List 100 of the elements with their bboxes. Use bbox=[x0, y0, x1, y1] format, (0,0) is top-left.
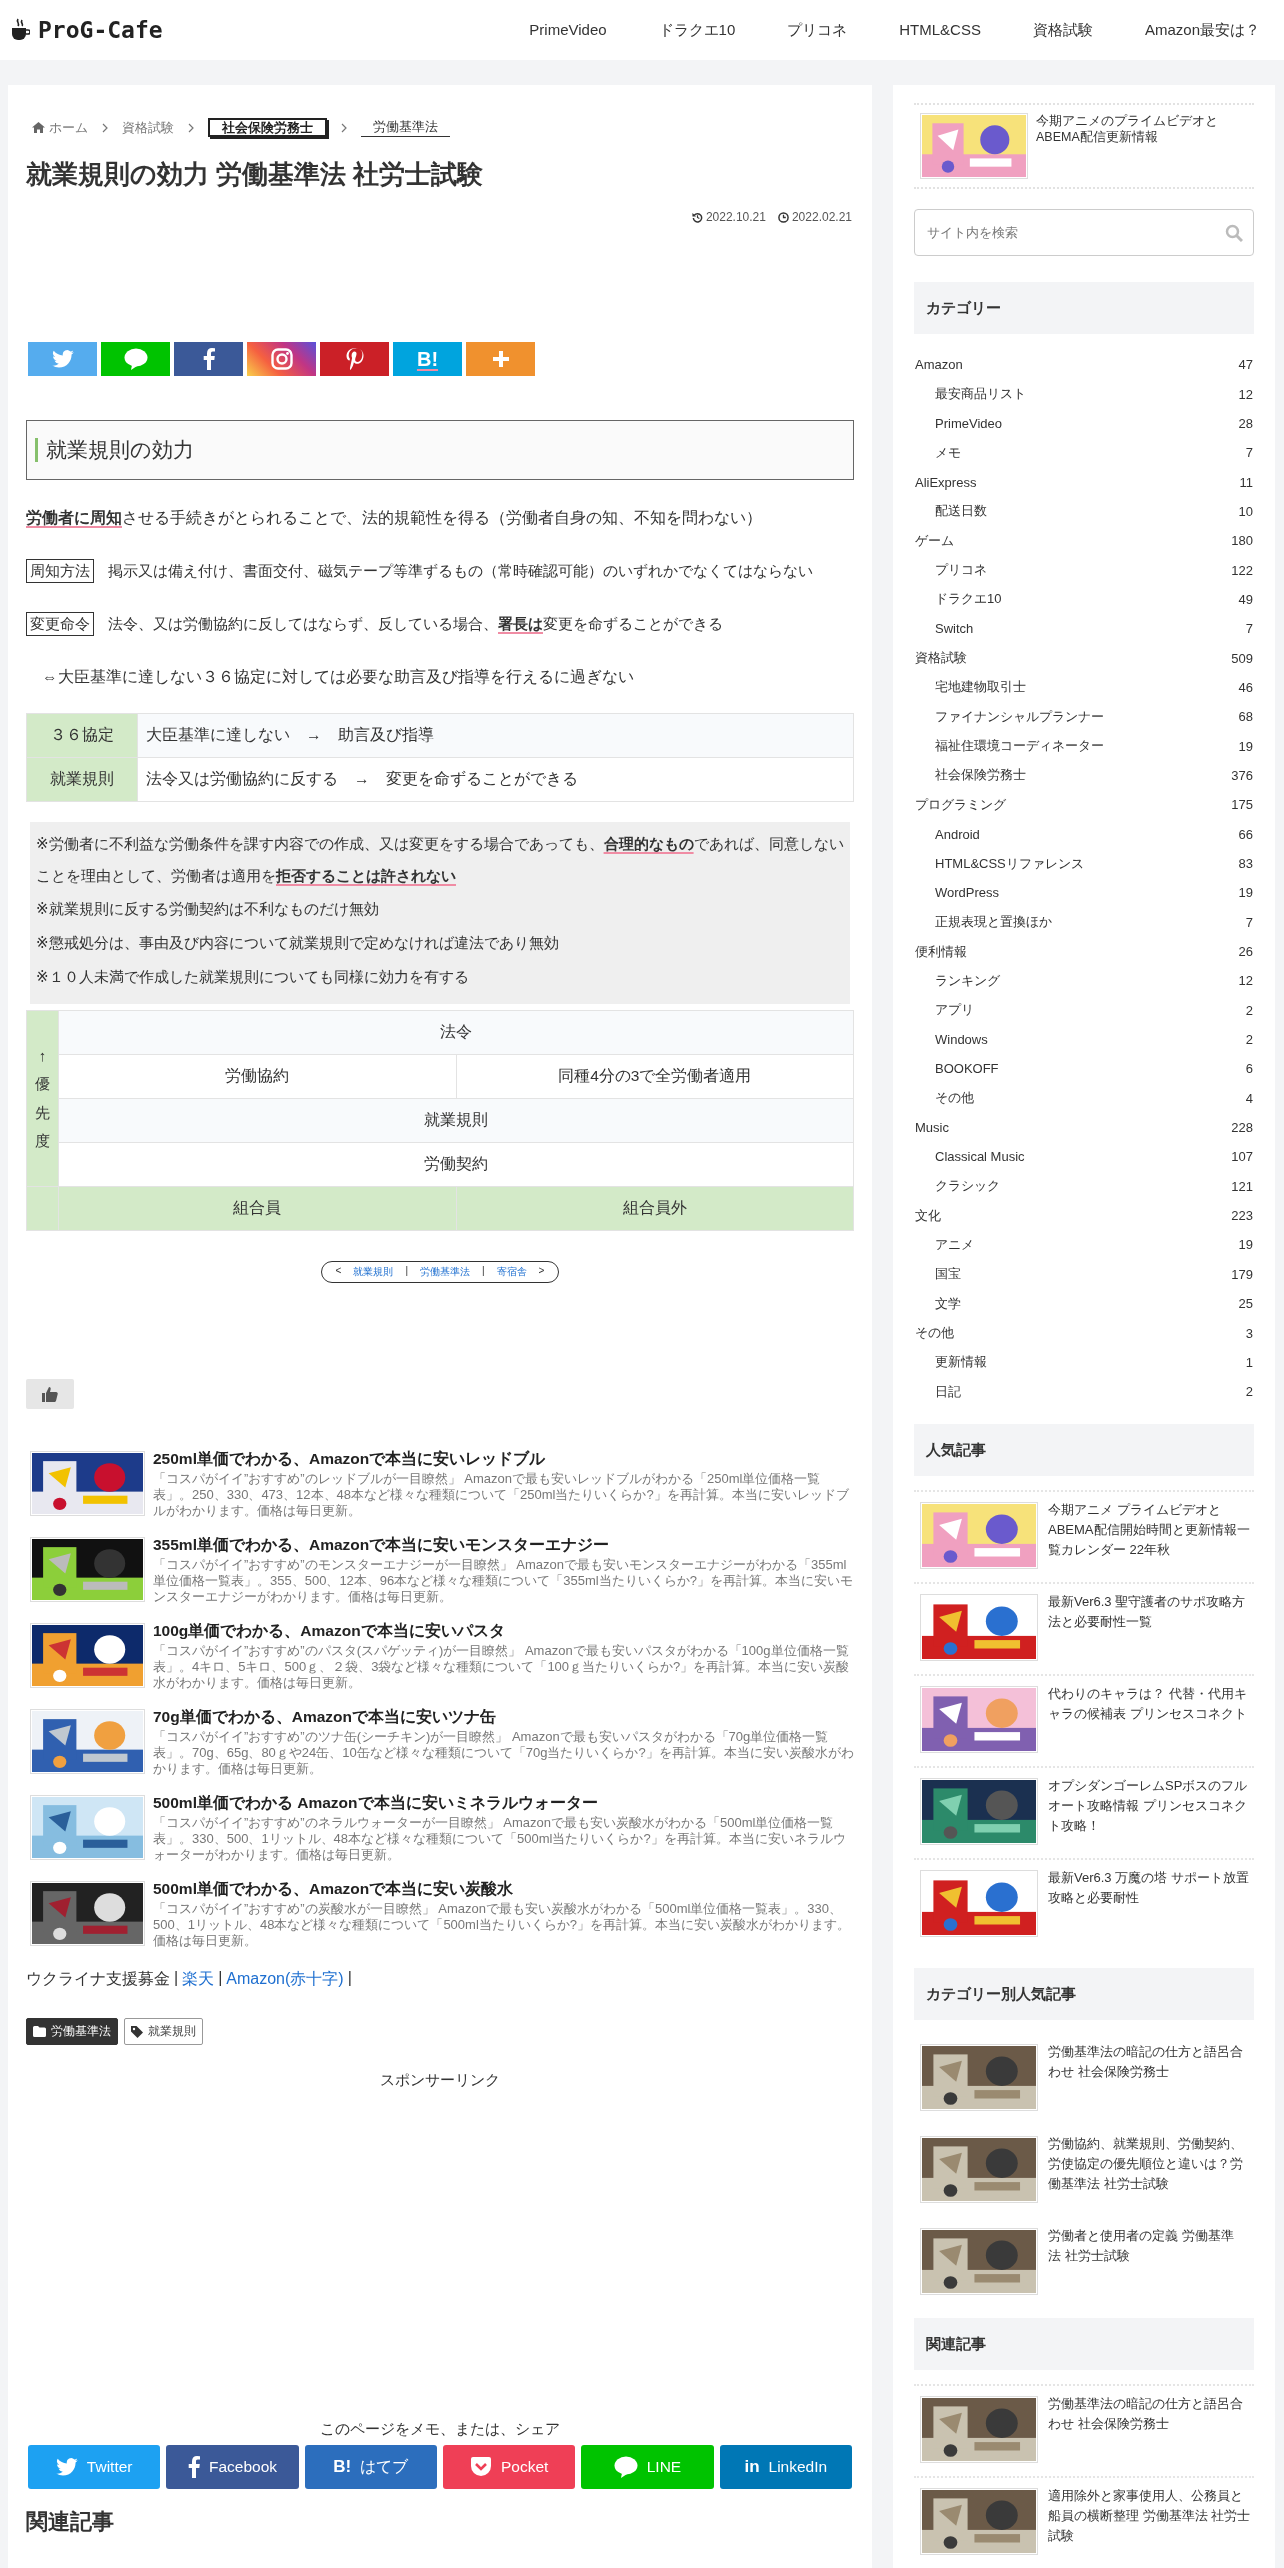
breadcrumb-link[interactable]: 労働基準法 bbox=[361, 118, 450, 137]
post-link[interactable]: 代わりのキャラは？ 代替・代用キャラの候補表 プリンセスコネクト bbox=[1048, 1684, 1254, 1767]
post-link[interactable]: オプシダンゴーレムSPボスのフルオート攻略情報 プリンセスコネクト攻略！ bbox=[1048, 1776, 1254, 1859]
series-link[interactable]: 労働基準法 bbox=[420, 1265, 470, 1279]
post-link[interactable]: 労働協約、就業規則、労働契約、労使協定の優先順位と違いは？労働基準法 社労士試験 bbox=[1048, 2134, 1244, 2219]
nav-link[interactable]: PrimeVideo bbox=[529, 20, 607, 40]
table-cell: 労働協約 bbox=[58, 1054, 456, 1099]
category-link[interactable]: 宅地建物取引士 bbox=[935, 678, 1026, 697]
card-title[interactable]: 70g単価でわかる、Amazonで本当に安いツナ缶 bbox=[153, 1707, 854, 1727]
category-link[interactable]: 社会保険労務士 bbox=[935, 766, 1026, 785]
card-title[interactable]: 100g単価でわかる、Amazonで本当に安いパスタ bbox=[153, 1621, 854, 1641]
category-link[interactable]: 正規表現と置換ほか bbox=[935, 913, 1052, 932]
category-link[interactable]: ランキング bbox=[935, 971, 1000, 990]
card-title[interactable]: 355ml単価でわかる、Amazonで本当に安いモンスターエナジー bbox=[153, 1535, 854, 1555]
nav-link[interactable]: 資格試験 bbox=[1032, 20, 1093, 40]
arrow-link[interactable]: > bbox=[538, 1265, 545, 1279]
donation-link[interactable]: Amazon(赤十字) bbox=[226, 1969, 344, 1990]
card-title[interactable]: 250ml単価でわかる、Amazonで本当に安いレッドブル bbox=[153, 1449, 854, 1469]
category-link[interactable]: Music bbox=[915, 1120, 949, 1136]
site-logo[interactable]: ProG-Cafe bbox=[38, 17, 163, 43]
post-count: 83 bbox=[1238, 856, 1253, 871]
category-link[interactable]: 日記 bbox=[935, 1382, 961, 1401]
category-link[interactable]: HTML&CSSリファレンス bbox=[935, 854, 1084, 873]
category-link[interactable]: 資格試験 bbox=[915, 649, 967, 668]
share-button[interactable] bbox=[247, 342, 316, 376]
category-link[interactable]: 便利情報 bbox=[915, 942, 967, 961]
category-link[interactable]: BOOKOFF bbox=[935, 1061, 999, 1077]
series-link[interactable]: 寄宿舎 bbox=[496, 1265, 527, 1279]
post-count: 47 bbox=[1238, 357, 1253, 373]
breadcrumb-link[interactable]: 社会保険労務士 bbox=[208, 118, 327, 137]
category-link[interactable]: その他 bbox=[935, 1089, 974, 1108]
breadcrumb-link[interactable]: ホーム bbox=[49, 118, 88, 137]
share-button[interactable]: in LinkedIn bbox=[719, 2445, 852, 2489]
nav-link[interactable]: ドラクエ10 bbox=[658, 20, 736, 40]
table-header-cell: 組合員外 bbox=[456, 1186, 854, 1231]
category-link[interactable]: 更新情報 bbox=[935, 1353, 987, 1372]
post-link[interactable]: 労働基準法の暗記の仕方と語呂合わせ 社会保険労務士 bbox=[1048, 2042, 1244, 2127]
post-link[interactable]: 労働者と使用者の定義 労働基準法 社労士試験 bbox=[1048, 2226, 1244, 2311]
arrow-link[interactable]: < bbox=[335, 1265, 342, 1279]
category-link[interactable]: メモ bbox=[935, 443, 961, 462]
table-cell bbox=[26, 1186, 59, 1231]
category-link[interactable]: プリコネ bbox=[935, 561, 987, 580]
category-link[interactable]: WordPress bbox=[935, 885, 1000, 901]
post-link[interactable]: 今期アニメ プライムビデオとABEMA配信開始時間と更新情報一覧カレンダー 22年秋 bbox=[1048, 1500, 1254, 1583]
share-button[interactable]: Pocket bbox=[443, 2445, 576, 2489]
category-link[interactable]: 福祉住環境コーディネーター bbox=[935, 737, 1104, 756]
post-count: 223 bbox=[1231, 1208, 1253, 1224]
category-link[interactable]: ドラクエ10 bbox=[935, 590, 1002, 609]
post-count: 11 bbox=[1239, 474, 1253, 490]
post-count: 12 bbox=[1238, 973, 1253, 989]
post-count: 68 bbox=[1238, 709, 1253, 725]
category-link[interactable]: アプリ bbox=[935, 1001, 974, 1020]
post-link[interactable]: 労働基準法の暗記の仕方と語呂合わせ 社会保険労務士 bbox=[1048, 2394, 1254, 2477]
category-link[interactable]: 最安商品リスト bbox=[935, 385, 1026, 403]
category-link[interactable]: ゲーム bbox=[915, 531, 954, 550]
share-button[interactable] bbox=[320, 342, 389, 376]
share-button[interactable] bbox=[174, 342, 243, 376]
category-link[interactable]: プログラミング bbox=[915, 795, 1006, 814]
category-link[interactable]: PrimeVideo bbox=[935, 415, 1002, 431]
series-link[interactable]: 就業規則 bbox=[353, 1265, 394, 1279]
clock-icon bbox=[777, 211, 789, 223]
donation-label: ウクライナ支援募金 bbox=[26, 1969, 170, 1989]
bird-icon bbox=[55, 2458, 78, 2476]
category-link[interactable]: Windows bbox=[935, 1032, 988, 1048]
category-link[interactable]: Classical Music bbox=[935, 1149, 1025, 1165]
note-text: ※労働者に不利益な労働条件を課す内容での作成、又は変更をする場合であっても、合理的なものであれば、同意しないことを理由として、労働者は適用を拒否することは許されない bbox=[36, 834, 844, 886]
category-link[interactable]: 文化 bbox=[915, 1206, 941, 1225]
category-link[interactable]: Android bbox=[935, 826, 980, 842]
card-excerpt: 「コスパがイイ”おすすめ”のツナ缶(シーチキン)が一目瞭然」 Amazonで最も安いパスタがわかる「70g単位価格一覧表」。70g、65g、80ｇや24缶、10缶など様々な種類について「70g当たりいくらか?」を再計算。本当に安い炭酸水がわかります。価格は毎日更新。 bbox=[153, 1729, 854, 1777]
category-link[interactable]: アニメ bbox=[935, 1236, 974, 1254]
post-link[interactable]: 今期アニメのプライムビデオとABEMA配信更新情報 bbox=[1036, 113, 1254, 179]
card-excerpt: 「コスパがイイ”おすすめ”のレッドブルが一目瞭然」 Amazonで最も安いレッドブルがわかる「250ml単位価格一覧表」。250、330、473、12本、48本など様々な種類について「250ml当たりいくらか?」を再計算。本当に安いレッドブルがわかります。価格は毎日更新。 bbox=[153, 1471, 850, 1519]
category-link[interactable]: Amazon bbox=[915, 357, 963, 373]
like-button[interactable] bbox=[26, 1379, 74, 1409]
card-excerpt: 「コスパがイイ”おすすめ”のモンスターエナジーが一目瞭然」 Amazonで最も安いモンスターエナジーがわかる「355ml単位価格一覧表」。355、500、12本、96本など様々な種類について「355ml当たりいくらか?」を再計算。本当に安いモンスターエナジーがわかります。価格は毎日更新。 bbox=[153, 1557, 854, 1605]
category-link[interactable]: その他 bbox=[915, 1324, 954, 1342]
separator-text: | bbox=[405, 1265, 408, 1278]
category-link[interactable]: 配送日数 bbox=[935, 502, 987, 521]
card-title[interactable]: 500ml単価でわかる Amazonで本当に安いミネラルウォーター bbox=[153, 1793, 854, 1813]
nav-link[interactable]: Amazon最安は？ bbox=[1144, 20, 1260, 40]
category-link[interactable]: 国宝 bbox=[935, 1265, 961, 1284]
category-tag[interactable]: 労働基準法 bbox=[26, 2018, 118, 2045]
post-link[interactable]: 最新Ver6.3 聖守護者のサポ攻略方法と必要耐性一覧 bbox=[1048, 1592, 1254, 1675]
nav-link[interactable]: HTML&CSS bbox=[899, 20, 981, 40]
card-title[interactable]: 500ml単価でわかる、Amazonで本当に安い炭酸水 bbox=[153, 1879, 854, 1899]
category-link[interactable]: AliExpress bbox=[915, 474, 977, 490]
category-link[interactable]: Switch bbox=[935, 621, 974, 637]
breadcrumb-link[interactable]: 資格試験 bbox=[122, 118, 174, 137]
category-link[interactable]: クラシック bbox=[935, 1177, 1000, 1196]
post-link[interactable]: 最新Ver6.3 万魔の塔 サポート放置攻略と必要耐性 bbox=[1048, 1868, 1254, 1951]
tag-link[interactable]: 就業規則 bbox=[124, 2018, 203, 2045]
category-link[interactable]: ファイナンシャルプランナー bbox=[935, 707, 1104, 726]
share-button[interactable]: Facebook bbox=[166, 2445, 299, 2489]
donation-link[interactable]: 楽天 bbox=[182, 1969, 215, 1990]
pin-icon bbox=[345, 348, 364, 370]
share-button[interactable]: B! はてブ bbox=[304, 2445, 437, 2489]
nav-link[interactable]: プリコネ bbox=[787, 20, 848, 40]
post-link[interactable]: 適用除外と家事使用人、公務員と船員の横断整理 労働基準法 社労士試験 bbox=[1048, 2486, 1254, 2568]
category-link[interactable]: 文学 bbox=[935, 1294, 961, 1313]
search-field[interactable]: サイト内を検索 bbox=[914, 209, 1254, 256]
